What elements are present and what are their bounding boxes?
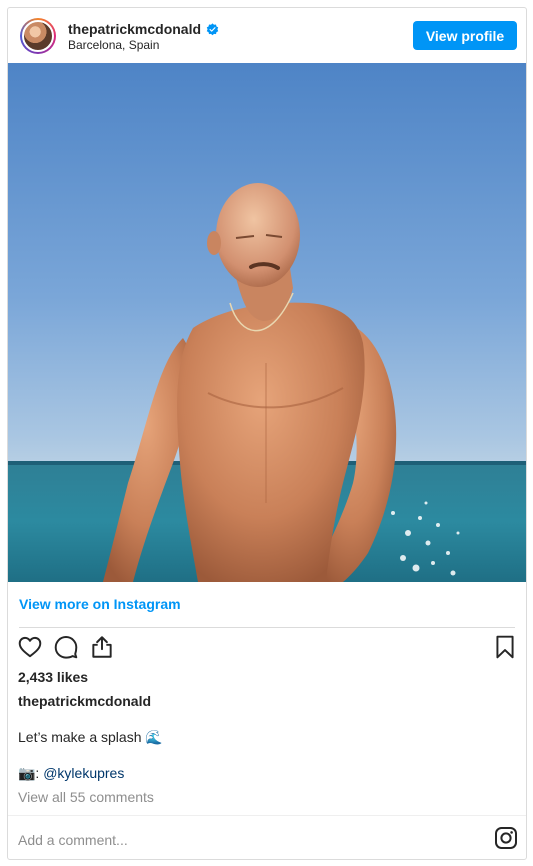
instagram-logo-icon[interactable] [494, 826, 518, 850]
caption-username[interactable]: thepatrickmcdonald [18, 693, 151, 709]
divider [19, 627, 515, 628]
photo-credit: 📷: @kylekupres [18, 765, 124, 782]
username-link[interactable]: thepatrickmcdonald [68, 21, 201, 37]
likes-count[interactable]: 2,433 likes [18, 669, 88, 685]
credit-prefix: 📷: [18, 765, 44, 781]
share-icon[interactable] [89, 634, 115, 660]
action-bar [8, 634, 526, 664]
username-row: thepatrickmcdonald [68, 20, 219, 38]
heart-icon[interactable] [17, 634, 43, 660]
add-comment-field[interactable]: Add a comment... [18, 832, 128, 848]
instagram-embed-card: thepatrickmcdonald Barcelona, Spain View… [7, 7, 527, 860]
bookmark-icon[interactable] [492, 634, 518, 660]
view-all-comments-link[interactable]: View all 55 comments [18, 789, 154, 805]
divider [8, 815, 526, 816]
verified-badge-icon [206, 22, 219, 35]
caption-text: Let’s make a splash 🌊 [18, 729, 163, 745]
beach-photo-illustration [8, 183, 526, 582]
comment-bubble-icon[interactable] [53, 634, 79, 660]
view-profile-button[interactable]: View profile [413, 21, 517, 50]
view-more-on-instagram-link[interactable]: View more on Instagram [19, 596, 181, 612]
post-header: thepatrickmcdonald Barcelona, Spain View… [8, 8, 526, 63]
location-link[interactable]: Barcelona, Spain [68, 38, 159, 52]
avatar[interactable] [22, 20, 54, 52]
post-image[interactable] [8, 63, 526, 582]
avatar-ring[interactable] [20, 18, 56, 54]
credit-mention-link[interactable]: @kylekupres [43, 765, 124, 781]
